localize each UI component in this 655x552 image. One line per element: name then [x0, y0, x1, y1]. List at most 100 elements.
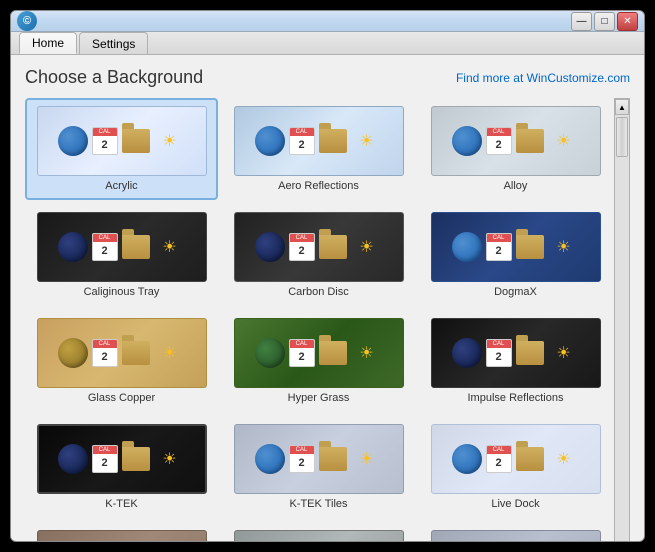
weather-icon: ☀ [548, 445, 580, 473]
background-item-caliginous[interactable]: CAL2 ☀ Caliginous Tray [25, 204, 218, 306]
preview-silver: CAL2☀ [234, 530, 404, 542]
weather-icon: ☀ [351, 233, 383, 261]
maximize-button[interactable]: □ [594, 12, 615, 31]
background-label-dogmax: DogmaX [494, 286, 537, 298]
title-bar-left: © [17, 11, 37, 31]
background-item-acrylic[interactable]: CAL2☀Acrylic [25, 98, 218, 200]
folder-icon [319, 235, 347, 259]
background-item-alloy[interactable]: CAL2☀Alloy [419, 98, 612, 200]
background-item-impulse[interactable]: CAL2 ☀ Impulse Reflections [419, 310, 612, 412]
preview-carbon: CAL2 ☀ [234, 212, 404, 282]
background-label-ktek-tiles: K-TEK Tiles [289, 498, 347, 510]
background-item-carbon[interactable]: CAL2 ☀ Carbon Disc [222, 204, 415, 306]
backgrounds-grid: CAL2☀AcrylicCAL2☀Aero ReflectionsCAL2☀Al… [25, 98, 612, 542]
weather-icon: ☀ [548, 233, 580, 261]
calendar-icon: CAL2 [486, 127, 512, 155]
calendar-icon: CAL2 [92, 445, 118, 473]
main-window: © — □ ✕ Home Settings Choose a Backgroun… [10, 10, 645, 542]
preview-speedy: CAL2☀ [431, 530, 601, 542]
background-label-glass: Glass Copper [88, 392, 155, 404]
background-item-ktek[interactable]: CAL2 ☀ K-TEK [25, 416, 218, 518]
weather-icon: ☀ [548, 339, 580, 367]
scroll-up-button[interactable]: ▲ [615, 99, 629, 115]
folder-icon [319, 447, 347, 471]
preview-acrylic: CAL2 ☀ [37, 106, 207, 176]
weather-icon: ☀ [351, 445, 383, 473]
background-label-aero: Aero Reflections [278, 180, 359, 192]
tab-home[interactable]: Home [19, 32, 77, 54]
scroll-thumb[interactable] [616, 117, 628, 157]
background-label-ktek: K-TEK [105, 498, 137, 510]
background-label-caliginous: Caliginous Tray [84, 286, 160, 298]
folder-icon [319, 341, 347, 365]
weather-icon: ☀ [351, 339, 383, 367]
calendar-icon: CAL2 [92, 233, 118, 261]
sphere-icon [255, 232, 285, 262]
content-header: Choose a Background Find more at WinCust… [25, 67, 630, 88]
background-label-carbon: Carbon Disc [288, 286, 349, 298]
calendar-icon: CAL2 [486, 233, 512, 261]
weather-icon: ☀ [351, 127, 383, 155]
weather-icon: ☀ [154, 445, 186, 473]
sphere-icon [58, 338, 88, 368]
background-item-hyper[interactable]: CAL2 ☀ Hyper Grass [222, 310, 415, 412]
minimize-button[interactable]: — [571, 12, 592, 31]
title-bar: © — □ ✕ [11, 11, 644, 32]
sphere-icon [255, 444, 285, 474]
sphere-icon [58, 126, 88, 156]
tab-bar: Home Settings [11, 32, 644, 55]
preview-hyper: CAL2 ☀ [234, 318, 404, 388]
preview-ktek: CAL2 ☀ [37, 424, 207, 494]
preview-aero: CAL2☀ [234, 106, 404, 176]
calendar-icon: CAL2 [92, 127, 118, 155]
sphere-icon [452, 338, 482, 368]
background-item-rusty[interactable]: CAL2☀Rusty Square [25, 522, 218, 542]
preview-live: CAL2 ☀ [431, 424, 601, 494]
background-item-speedy[interactable]: CAL2☀Speedy [419, 522, 612, 542]
sphere-icon [452, 126, 482, 156]
sphere-icon [58, 232, 88, 262]
preview-ktek-tiles: CAL2 ☀ [234, 424, 404, 494]
preview-impulse: CAL2 ☀ [431, 318, 601, 388]
calendar-icon: CAL2 [486, 445, 512, 473]
calendar-icon: CAL2 [289, 445, 315, 473]
close-button[interactable]: ✕ [617, 12, 638, 31]
background-item-silver[interactable]: CAL2☀Silver Fox [222, 522, 415, 542]
weather-icon: ☀ [154, 339, 186, 367]
folder-icon [516, 341, 544, 365]
preview-caliginous: CAL2 ☀ [37, 212, 207, 282]
background-item-aero[interactable]: CAL2☀ Aero Reflections [222, 98, 415, 200]
calendar-icon: CAL2 [289, 339, 315, 367]
background-item-live[interactable]: CAL2 ☀ Live Dock [419, 416, 612, 518]
content-area: Choose a Background Find more at WinCust… [11, 55, 644, 542]
sphere-icon [452, 232, 482, 262]
tab-settings[interactable]: Settings [79, 32, 148, 54]
background-label-live: Live Dock [491, 498, 539, 510]
background-label-hyper: Hyper Grass [288, 392, 350, 404]
wincustomize-link[interactable]: Find more at WinCustomize.com [456, 71, 630, 85]
calendar-icon: CAL2 [92, 339, 118, 367]
calendar-icon: CAL2 [486, 339, 512, 367]
preview-rusty: CAL2☀ [37, 530, 207, 542]
scroll-track [615, 115, 629, 542]
preview-alloy: CAL2☀ [431, 106, 601, 176]
scrollbar[interactable]: ▲ ▼ [614, 98, 630, 542]
calendar-icon: CAL2 [289, 233, 315, 261]
app-icon: © [17, 11, 37, 31]
folder-icon [122, 341, 150, 365]
weather-icon: ☀ [154, 127, 186, 155]
folder-icon [516, 447, 544, 471]
background-item-dogmax[interactable]: CAL2 ☀ DogmaX [419, 204, 612, 306]
grid-container: CAL2☀AcrylicCAL2☀Aero ReflectionsCAL2☀Al… [25, 98, 630, 542]
background-item-glass[interactable]: CAL2 ☀ Glass Copper [25, 310, 218, 412]
folder-icon [319, 129, 347, 153]
background-item-ktek-tiles[interactable]: CAL2 ☀ K-TEK Tiles [222, 416, 415, 518]
background-label-impulse: Impulse Reflections [468, 392, 564, 404]
preview-glass: CAL2 ☀ [37, 318, 207, 388]
preview-dogmax: CAL2 ☀ [431, 212, 601, 282]
title-bar-controls: — □ ✕ [571, 12, 638, 31]
folder-icon [122, 129, 150, 153]
weather-icon: ☀ [154, 233, 186, 261]
sphere-icon [255, 126, 285, 156]
folder-icon [516, 235, 544, 259]
